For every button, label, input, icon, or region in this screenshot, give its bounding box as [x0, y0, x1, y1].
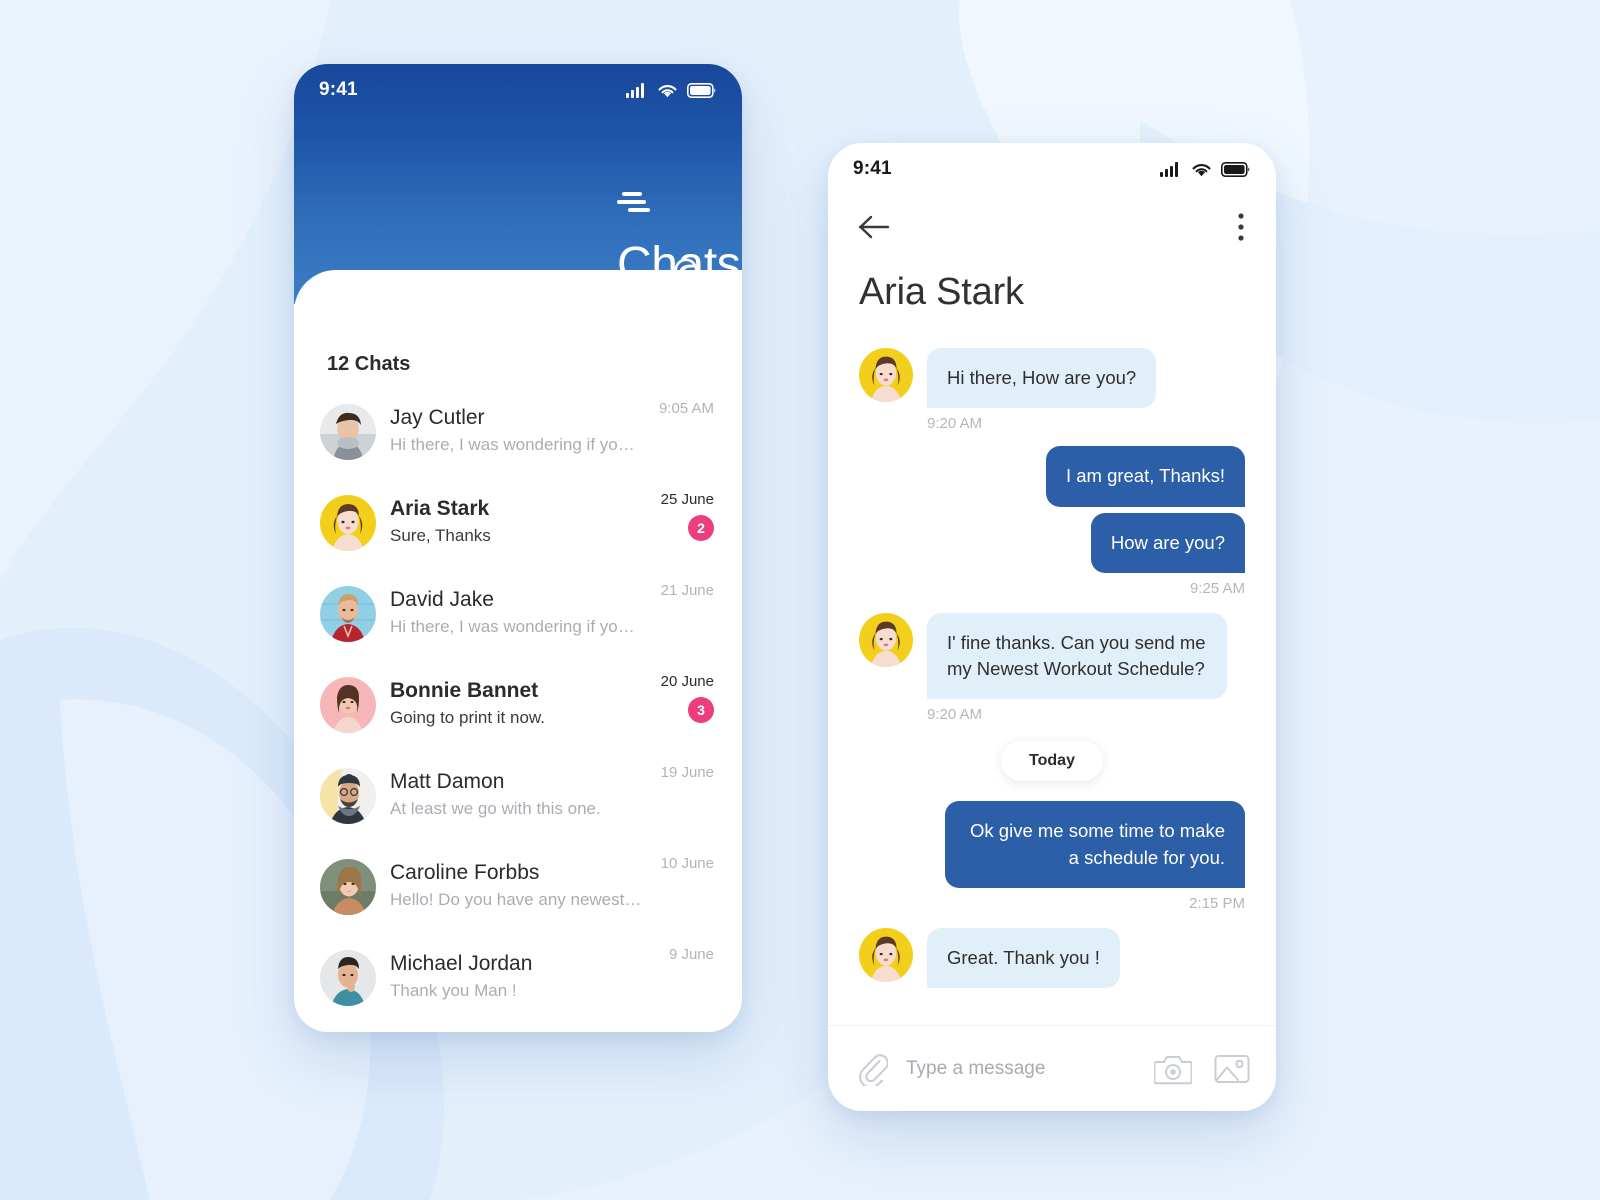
- chat-list-phone: 9:41 Chats 12 Chats Jay Cutler Hi there,…: [294, 64, 742, 1032]
- chat-row-matt-damon[interactable]: Matt Damon At least we go with this one.…: [294, 750, 742, 841]
- camera-icon[interactable]: [1154, 1053, 1192, 1085]
- chat-list: Jay Cutler Hi there, I was wondering if …: [294, 386, 742, 1032]
- chat-row-name: Aria Stark: [390, 497, 490, 521]
- chat-row-preview: Hello! Do you have any newest style.: [390, 890, 642, 910]
- message-outgoing: How are you? 9:25 AM: [859, 512, 1245, 597]
- chat-row-david-jake[interactable]: David Jake Hi there, I was wondering if …: [294, 568, 742, 659]
- chat-list-header: 9:41 Chats: [294, 64, 742, 304]
- arrow-left-icon[interactable]: [858, 214, 890, 240]
- status-time: 9:41: [319, 79, 358, 100]
- message-incoming: Hi there, How are you? 9:20 AM: [859, 348, 1245, 432]
- battery-icon: [687, 82, 716, 98]
- chat-row-preview: Hi there, I was wondering if you could..…: [390, 435, 642, 455]
- chat-row-preview: Going to print it now.: [390, 708, 545, 728]
- conversation-title: Aria Stark: [859, 271, 1024, 313]
- message-timestamp: 9:20 AM: [927, 706, 983, 724]
- avatar: [320, 403, 376, 460]
- signal-icon: [1160, 161, 1178, 177]
- avatar: [320, 949, 376, 1006]
- chat-row-preview: Sure, Thanks: [390, 526, 491, 546]
- chat-row-aria-stark[interactable]: Aria Stark Sure, Thanks 25 June 2: [294, 477, 742, 568]
- battery-icon: [1221, 161, 1250, 177]
- status-time: 9:41: [853, 158, 892, 179]
- chat-row-bonnie-bannet[interactable]: Bonnie Bannet Going to print it now. 20 …: [294, 659, 742, 750]
- chat-row-name: Matt Damon: [390, 770, 505, 794]
- avatar: [859, 612, 913, 667]
- message-bubble: I' fine thanks. Can you send me my Newes…: [927, 612, 1227, 700]
- day-separator-label: Today: [1001, 741, 1103, 782]
- message-bubble: Ok give me some time to make a schedule …: [945, 801, 1245, 888]
- chat-row-time: 10 June: [660, 855, 714, 872]
- chat-row-michael-jordan[interactable]: Michael Jordan Thank you Man ! 9 June: [294, 932, 742, 1023]
- message-timestamp: 9:20 AM: [927, 415, 983, 433]
- avatar: [859, 927, 913, 982]
- message-bubble: I am great, Thanks!: [1045, 446, 1245, 507]
- avatar: [320, 676, 376, 733]
- message-bubble: Great. Thank you !: [927, 927, 1120, 989]
- message-bubble: How are you?: [1090, 512, 1245, 573]
- avatar: [320, 585, 376, 642]
- chat-row-name: Caroline Forbbs: [390, 861, 540, 885]
- chat-count-label: 12 Chats: [327, 353, 411, 375]
- background-decoration: [0, 0, 1600, 1200]
- day-separator: Today: [859, 741, 1245, 782]
- avatar: [320, 858, 376, 915]
- unread-badge: 3: [688, 697, 714, 723]
- chat-row-caroline-forbbs[interactable]: Caroline Forbbs Hello! Do you have any n…: [294, 841, 742, 932]
- message-input[interactable]: [906, 1057, 1154, 1080]
- chat-row-time: 19 June: [660, 764, 714, 781]
- chat-row-jay-cutler[interactable]: Jay Cutler Hi there, I was wondering if …: [294, 386, 742, 477]
- hamburger-menu-icon[interactable]: [617, 190, 651, 216]
- chat-row-name: David Jake: [390, 588, 494, 612]
- unread-badge: 2: [688, 515, 714, 541]
- chat-row-time: 20 June: [660, 673, 714, 690]
- chat-row-time: 9:05 AM: [658, 400, 714, 417]
- image-icon[interactable]: [1214, 1053, 1250, 1085]
- signal-icon: [626, 82, 644, 98]
- chat-row-time: 9 June: [668, 946, 714, 963]
- message-incoming: Great. Thank you ! 3:30 PM: [859, 927, 1245, 993]
- conversation-phone: 9:41 Aria Stark Hi there, How are you? 9…: [828, 143, 1276, 1111]
- more-vertical-icon[interactable]: [1237, 212, 1245, 242]
- conversation-topbar: [828, 195, 1276, 249]
- chat-row-name: Jay Cutler: [390, 406, 485, 430]
- avatar: [320, 494, 376, 551]
- chat-row-shelly-johnson[interactable]: Shelly Johnson See you tomorrow 7 June: [294, 1023, 742, 1032]
- message-outgoing: Ok give me some time to make a schedule …: [859, 801, 1245, 912]
- chat-list-sheet: 12 Chats Jay Cutler Hi there, I was wond…: [294, 270, 742, 1032]
- chat-row-preview: Hi there, I was wondering if you could..…: [390, 617, 642, 637]
- message-bubble: Hi there, How are you?: [927, 348, 1157, 409]
- message-timestamp: 9:25 AM: [1189, 579, 1245, 597]
- message-incoming: I' fine thanks. Can you send me my Newes…: [859, 612, 1245, 724]
- chat-row-time: 21 June: [660, 582, 714, 599]
- avatar: [320, 767, 376, 824]
- wifi-icon: [1192, 163, 1211, 176]
- paperclip-icon[interactable]: [856, 1052, 888, 1086]
- chat-row-preview: Thank you Man !: [390, 981, 517, 1001]
- message-outgoing: I am great, Thanks!: [859, 446, 1245, 507]
- chat-row-name: Bonnie Bannet: [390, 679, 539, 703]
- message-thread: Hi there, How are you? 9:20 AM I am grea…: [828, 314, 1276, 993]
- message-composer: [828, 1025, 1276, 1111]
- chat-row-time: 25 June: [660, 491, 714, 508]
- wifi-icon: [658, 84, 677, 97]
- message-timestamp: 2:15 PM: [1189, 894, 1245, 912]
- status-bar-left: 9:41: [294, 64, 742, 116]
- status-bar-right: 9:41: [828, 143, 1276, 195]
- avatar: [859, 348, 913, 402]
- chat-row-preview: At least we go with this one.: [390, 799, 601, 819]
- chat-row-name: Michael Jordan: [390, 952, 533, 976]
